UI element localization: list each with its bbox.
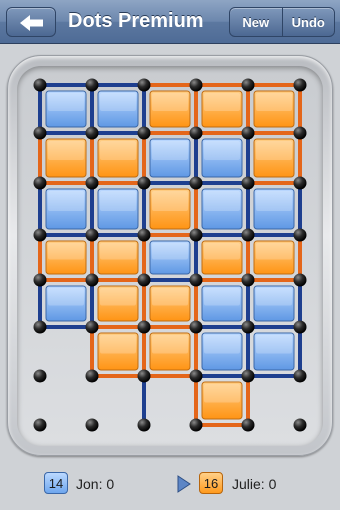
grid-dot xyxy=(189,273,203,287)
grid-dot xyxy=(137,320,151,334)
box-gloss xyxy=(256,93,292,111)
player2-name: Julie: 0 xyxy=(232,476,277,492)
grid-dot xyxy=(293,78,307,92)
grid-dot xyxy=(137,228,151,242)
grid-dot xyxy=(293,418,307,432)
grid-dot xyxy=(137,273,151,287)
grid-dot xyxy=(293,273,307,287)
box-gloss xyxy=(204,288,240,306)
grid-dot xyxy=(85,228,99,242)
box-gloss xyxy=(256,141,292,160)
box-gloss xyxy=(256,335,292,354)
box-gloss xyxy=(204,191,240,211)
grid-dot xyxy=(293,320,307,334)
turn-indicator-icon xyxy=(177,475,191,493)
player1-name: Jon: 0 xyxy=(76,476,115,492)
box-gloss xyxy=(256,191,292,211)
box-gloss xyxy=(204,93,240,111)
grid-dot xyxy=(241,78,255,92)
grid-dot xyxy=(241,369,255,383)
grid-dot xyxy=(33,418,47,432)
grid-dot xyxy=(189,320,203,334)
player2-score-badge: 16 xyxy=(199,472,223,494)
box-gloss xyxy=(256,288,292,306)
box-gloss xyxy=(204,141,240,160)
box-gloss xyxy=(100,335,136,354)
box-gloss xyxy=(48,191,84,211)
grid-dot xyxy=(189,369,203,383)
box-gloss xyxy=(100,288,136,306)
grid-dot xyxy=(189,176,203,190)
grid-dot xyxy=(85,78,99,92)
box-gloss xyxy=(152,93,188,111)
grid-dot xyxy=(33,228,47,242)
grid-dot xyxy=(241,320,255,334)
grid-dot xyxy=(137,418,151,432)
score-bar: 14 Jon: 0 16 Julie: 0 xyxy=(0,468,340,498)
box-gloss xyxy=(100,191,136,211)
grid-dot xyxy=(189,78,203,92)
grid-dot xyxy=(33,320,47,334)
grid-dot xyxy=(189,418,203,432)
grid-dot xyxy=(33,126,47,140)
grid-dot xyxy=(33,78,47,92)
box-gloss xyxy=(48,288,84,306)
box-gloss xyxy=(48,141,84,160)
grid-dot xyxy=(85,176,99,190)
grid-dot xyxy=(241,228,255,242)
box-gloss xyxy=(204,243,240,260)
grid-dot xyxy=(33,369,47,383)
grid-dot xyxy=(241,176,255,190)
box-gloss xyxy=(152,335,188,354)
grid-dot xyxy=(137,369,151,383)
box-gloss xyxy=(152,141,188,160)
box-gloss xyxy=(152,288,188,306)
grid-dot xyxy=(85,273,99,287)
grid-dot xyxy=(189,228,203,242)
box-gloss xyxy=(256,243,292,260)
box-gloss xyxy=(152,191,188,211)
grid-dot xyxy=(241,126,255,140)
grid-dot xyxy=(33,176,47,190)
grid-dot xyxy=(241,418,255,432)
grid-dot xyxy=(137,126,151,140)
box-gloss xyxy=(48,93,84,111)
box-gloss xyxy=(48,243,84,260)
grid-dot xyxy=(241,273,255,287)
player1-score-badge: 14 xyxy=(44,472,68,494)
box-gloss xyxy=(100,141,136,160)
grid-dot xyxy=(293,228,307,242)
box-gloss xyxy=(204,384,240,403)
grid-dot xyxy=(85,126,99,140)
grid-dot xyxy=(137,78,151,92)
grid-dot xyxy=(85,320,99,334)
grid-dot xyxy=(293,369,307,383)
box-gloss xyxy=(204,335,240,354)
grid-dot xyxy=(293,126,307,140)
grid-dot xyxy=(293,176,307,190)
grid-dot xyxy=(189,126,203,140)
box-gloss xyxy=(152,243,188,260)
grid-dot xyxy=(85,418,99,432)
box-gloss xyxy=(100,243,136,260)
grid-dot xyxy=(33,273,47,287)
box-gloss xyxy=(100,93,136,111)
game-board[interactable] xyxy=(0,0,340,470)
grid-dot xyxy=(85,369,99,383)
grid-dot xyxy=(137,176,151,190)
